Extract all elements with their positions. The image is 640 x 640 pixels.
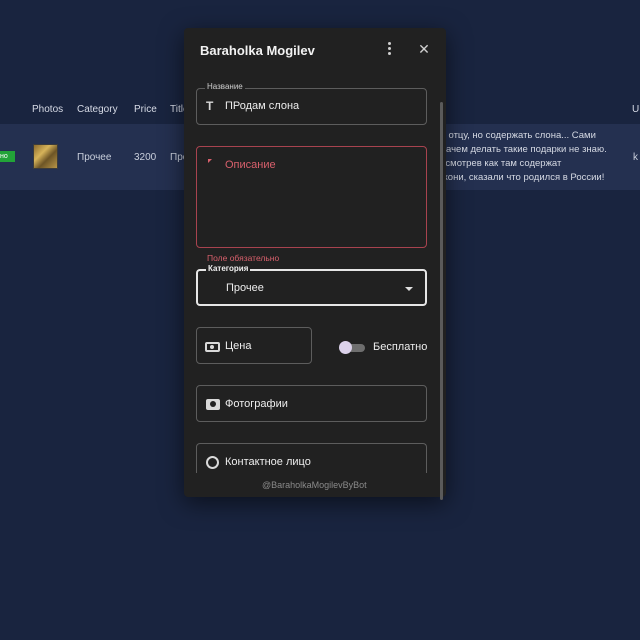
close-icon[interactable]: ✕ [416, 40, 432, 58]
header-photos[interactable]: Photos [32, 104, 63, 115]
row-last: k [633, 152, 638, 163]
person-circle-icon [206, 456, 219, 469]
description-error-text: Поле обязательно [207, 253, 280, 263]
category-legend: Категория [206, 264, 251, 273]
category-value: Прочее [226, 282, 264, 294]
bot-link[interactable]: @BaraholkaMogilevByBot [262, 480, 367, 490]
name-field-legend: Название [205, 82, 245, 91]
text-t-icon: T [206, 99, 214, 113]
free-toggle-label[interactable]: Бесплатно [373, 341, 427, 353]
contact-label: Контактное лицо [225, 456, 311, 468]
header-category[interactable]: Category [77, 104, 118, 115]
name-field-value: ПРодам слона [225, 100, 300, 112]
row-description-line: посмотрев как там содержат [435, 158, 562, 169]
name-field[interactable]: Название T ПРодам слона [196, 82, 427, 125]
toggle-knob [339, 341, 352, 354]
money-icon [205, 342, 220, 352]
dialog-title: Baraholka Mogilev [200, 43, 315, 58]
more-vert-icon[interactable] [382, 40, 396, 58]
header-price[interactable]: Price [134, 104, 157, 115]
dialog-scrollbar[interactable] [440, 102, 443, 500]
contact-field[interactable]: Контактное лицо [196, 443, 427, 473]
status-badge: но [0, 151, 15, 162]
free-toggle[interactable] [339, 341, 365, 354]
row-photo-thumbnail[interactable] [33, 144, 58, 169]
description-placeholder: Описание [225, 159, 276, 171]
row-description-line: ли отцу, но содержать слона... Сами [435, 130, 596, 141]
description-field[interactable]: Описание [196, 146, 427, 248]
price-field[interactable]: Цена [196, 327, 312, 364]
row-price: 3200 [134, 152, 157, 163]
row-description-line: Джони, сказали что родился в России! [435, 172, 605, 183]
price-label: Цена [225, 340, 252, 352]
row-description-line: . Зачем делать такие подарки не знаю. [435, 144, 607, 155]
photos-field[interactable]: Фотографии [196, 385, 427, 422]
photos-label: Фотографии [225, 398, 288, 410]
camera-icon [206, 399, 220, 410]
category-select[interactable]: Категория Прочее [196, 264, 427, 306]
header-last[interactable]: U [632, 104, 639, 115]
dropdown-arrow-icon [405, 287, 413, 291]
row-category: Прочее [77, 152, 112, 163]
